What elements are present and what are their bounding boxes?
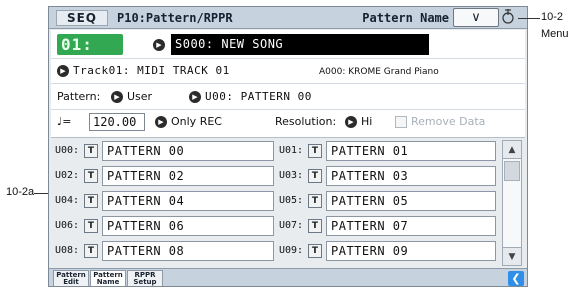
pattern-name-field[interactable]: PATTERN 06	[102, 216, 274, 236]
list-item: U00: T PATTERN 00	[51, 140, 279, 162]
tab-rppr-setup[interactable]: RPPR Setup	[127, 270, 163, 286]
pattern-name-field[interactable]: PATTERN 07	[326, 216, 496, 236]
pattern-name-field[interactable]: PATTERN 03	[326, 166, 496, 186]
pattern-id: U05:	[279, 195, 304, 206]
pattern-id: U04:	[55, 195, 80, 206]
pattern-id: U07:	[279, 220, 304, 231]
remove-data-label: Remove Data	[411, 115, 486, 128]
resolution-select[interactable]: Hi	[361, 115, 372, 129]
list-item: U03: T PATTERN 03	[275, 165, 501, 187]
pattern-id: U01:	[279, 145, 304, 156]
tab-label-line2: Setup	[133, 278, 157, 286]
tab-bar: Pattern Edit Pattern Name RPPR Setup ❮	[49, 268, 527, 286]
pattern-label: Pattern:	[57, 90, 101, 103]
page-menu-button[interactable]: ∨	[453, 8, 499, 27]
text-edit-button[interactable]: T	[84, 194, 98, 208]
text-edit-button[interactable]: T	[84, 144, 98, 158]
pattern-id: U06:	[55, 220, 80, 231]
mode-indicator: SEQ	[56, 10, 108, 26]
pattern-id: U03:	[279, 170, 304, 181]
text-edit-button[interactable]: T	[308, 219, 322, 233]
tab-label-line2: Name	[96, 278, 120, 286]
song-select[interactable]: S000: NEW SONG	[171, 34, 429, 55]
menu-pointer-icon	[502, 9, 514, 24]
tab-pattern-name[interactable]: Pattern Name	[90, 270, 126, 286]
measure-display: 01:	[57, 34, 123, 55]
pattern-select-icon[interactable]: ▶	[189, 91, 201, 103]
scroll-up-icon[interactable]: ▲	[503, 141, 521, 159]
rec-mode-select[interactable]: Only REC	[171, 115, 222, 129]
pattern-select[interactable]: U00: PATTERN 00	[205, 90, 312, 104]
text-edit-button[interactable]: T	[84, 219, 98, 233]
tempo-field[interactable]: 120.00	[89, 113, 145, 131]
list-item: U02: T PATTERN 02	[51, 165, 279, 187]
remove-data-checkbox[interactable]	[395, 116, 407, 128]
program-label: A000: KROME Grand Piano	[319, 67, 439, 77]
list-item: U06: T PATTERN 06	[51, 215, 279, 237]
page-title: P10:Pattern/RPPR	[117, 11, 233, 25]
pattern-id: U08:	[55, 245, 80, 256]
track-select-icon[interactable]: ▶	[57, 65, 69, 77]
bank-select[interactable]: User	[127, 90, 152, 104]
device-screen: SEQ P10:Pattern/RPPR Pattern Name ∨ 01: …	[48, 6, 528, 287]
song-select-icon[interactable]: ▶	[153, 39, 165, 51]
track-row: ▶ Track01: MIDI TRACK 01 A000: KROME Gra…	[51, 59, 525, 84]
resolution-label: Resolution:	[275, 115, 337, 128]
callout-menu-ref: 10-2	[541, 11, 564, 23]
back-arrow-icon[interactable]: ❮	[508, 271, 524, 286]
top-bar: SEQ P10:Pattern/RPPR Pattern Name ∨	[49, 7, 527, 29]
list-item: U07: T PATTERN 07	[275, 215, 501, 237]
pattern-name-field[interactable]: PATTERN 09	[326, 241, 496, 261]
quarter-note-icon: ♩=	[57, 115, 72, 128]
pattern-name-field[interactable]: PATTERN 01	[326, 141, 496, 161]
pattern-id: U09:	[279, 245, 304, 256]
text-edit-button[interactable]: T	[84, 169, 98, 183]
rec-mode-select-icon[interactable]: ▶	[155, 116, 167, 128]
resolution-select-icon[interactable]: ▶	[345, 116, 357, 128]
measure-value: 01:	[61, 35, 93, 54]
text-edit-button[interactable]: T	[308, 144, 322, 158]
pattern-name-field[interactable]: PATTERN 04	[102, 191, 274, 211]
pattern-list: U00: T PATTERN 00 U01: T PATTERN 01 U02:…	[51, 140, 525, 266]
text-edit-button[interactable]: T	[308, 169, 322, 183]
scroll-thumb[interactable]	[504, 161, 520, 181]
callout-menu-text: Menu	[541, 28, 569, 40]
callout-list-ref: 10-2a	[6, 186, 35, 198]
list-item: U08: T PATTERN 08	[51, 240, 279, 262]
pattern-name-field[interactable]: PATTERN 00	[102, 141, 274, 161]
main-panel: 01: ▶ S000: NEW SONG ▶ Track01: MIDI TRA…	[51, 30, 525, 138]
pattern-name-field[interactable]: PATTERN 02	[102, 166, 274, 186]
bank-select-icon[interactable]: ▶	[111, 91, 123, 103]
list-item: U01: T PATTERN 01	[275, 140, 501, 162]
pattern-name-field[interactable]: PATTERN 05	[326, 191, 496, 211]
text-edit-button[interactable]: T	[84, 244, 98, 258]
scroll-down-icon[interactable]: ▼	[503, 247, 521, 265]
list-item: U09: T PATTERN 09	[275, 240, 501, 262]
pattern-id: U02:	[55, 170, 80, 181]
text-edit-button[interactable]: T	[308, 194, 322, 208]
page-name: Pattern Name	[362, 11, 449, 25]
pattern-id: U00:	[55, 145, 80, 156]
list-item: U04: T PATTERN 04	[51, 190, 279, 212]
tab-pattern-edit[interactable]: Pattern Edit	[53, 270, 89, 286]
song-row: 01: ▶ S000: NEW SONG	[51, 30, 525, 59]
chevron-down-icon: ∨	[471, 10, 481, 25]
pattern-select-row: Pattern: ▶ User ▶ U00: PATTERN 00	[51, 84, 525, 110]
callout-menu-line	[518, 18, 540, 19]
list-item: U05: T PATTERN 05	[275, 190, 501, 212]
pattern-name-field[interactable]: PATTERN 08	[102, 241, 274, 261]
text-edit-button[interactable]: T	[308, 244, 322, 258]
track-select[interactable]: Track01: MIDI TRACK 01	[73, 64, 230, 78]
tab-label-line2: Edit	[63, 278, 79, 286]
list-scrollbar[interactable]: ▲ ▼	[502, 140, 522, 266]
